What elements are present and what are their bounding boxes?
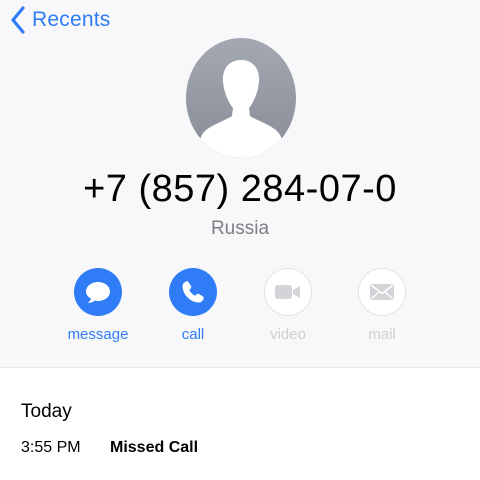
history-section-title: Today (21, 401, 72, 422)
back-button-label: Recents (32, 8, 111, 31)
avatar (186, 38, 296, 158)
phone-number: +7 (857) 284-07-0 (83, 168, 397, 210)
back-button[interactable]: Recents (10, 6, 110, 34)
phone-country: Russia (210, 218, 270, 239)
mail-button[interactable]: mail (342, 268, 422, 343)
chevron-left-icon (11, 6, 25, 34)
call-button-label: call (181, 326, 205, 343)
video-button[interactable]: video (248, 268, 328, 343)
message-button-circle[interactable] (74, 268, 122, 316)
video-button-label: video (270, 326, 306, 343)
call-button-circle[interactable] (169, 268, 217, 316)
section-divider (0, 367, 480, 368)
call-entry-type: Missed Call (110, 439, 199, 456)
mail-button-circle[interactable] (358, 268, 406, 316)
contact-header: Recents +7 (857) 284-07-0 Russia message… (0, 0, 480, 368)
call-entry-time: 3:55 PM (21, 439, 81, 456)
mail-button-label: mail (368, 326, 396, 343)
mail-icon (370, 284, 394, 300)
video-button-circle[interactable] (264, 268, 312, 316)
phone-icon (182, 281, 204, 303)
message-button-label: message (67, 326, 129, 343)
call-button[interactable]: call (153, 268, 233, 343)
person-silhouette-icon (198, 60, 284, 158)
message-button[interactable]: message (58, 268, 138, 343)
video-icon (275, 285, 300, 299)
message-icon (86, 282, 110, 303)
